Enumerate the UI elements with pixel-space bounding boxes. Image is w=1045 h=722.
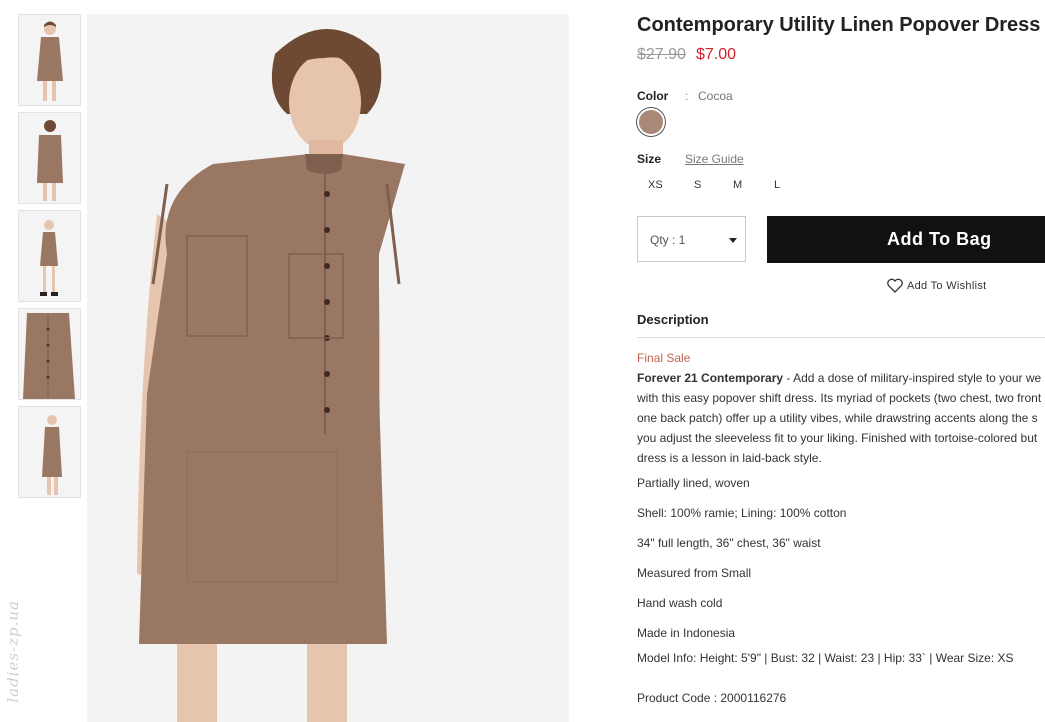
size-option-l[interactable]: L [774,179,780,191]
thumbnail-side-image [19,407,80,497]
thumbnail-full-image [19,211,80,301]
model-info: Model Info: Height: 5'9" | Bust: 32 | Wa… [637,651,1014,665]
description-heading: Description [637,312,709,327]
add-to-bag-button[interactable]: Add To Bag [767,216,1045,263]
thumbnail-detail[interactable] [18,308,81,400]
size-guide-link[interactable]: Size Guide [685,152,744,166]
thumbnail-back[interactable] [18,112,81,204]
detail-item: Measured from Small [637,566,752,580]
size-option-m[interactable]: M [733,179,742,191]
description-line: Forever 21 Contemporary - Add a dose of … [637,368,1045,388]
size-option-s[interactable]: S [694,179,701,191]
description-line-text: - Add a dose of military-inspired style … [783,371,1042,385]
thumbnail-full[interactable] [18,210,81,302]
detail-item: Hand wash cold [637,596,723,610]
wishlist-label: Add To Wishlist [907,279,987,292]
product-title: Contemporary Utility Linen Popover Dress [637,14,1041,36]
detail-item: Shell: 100% ramie; Lining: 100% cotton [637,506,847,520]
size-option-xs[interactable]: XS [648,179,663,191]
thumbnail-front[interactable] [18,14,81,106]
detail-item: Partially lined, woven [637,476,750,490]
thumbnail-back-image [19,113,80,203]
color-separator: : [685,89,689,103]
color-value: Cocoa [698,89,733,103]
brand-name: Forever 21 Contemporary [637,371,784,385]
final-sale-label: Final Sale [637,351,691,365]
quantity-label: Qty : 1 [650,233,686,247]
description-line: you adjust the sleeveless fit to your li… [637,431,1038,445]
caret-down-icon [729,238,737,243]
description-line: one back patch) offer up a utility vibes… [637,411,1038,425]
color-label: Color [637,89,669,103]
heart-icon [887,278,903,293]
thumbnail-strip [18,14,81,504]
size-label: Size [637,152,662,166]
sale-price: $7.00 [696,46,737,63]
thumbnail-side[interactable] [18,406,81,498]
thumbnail-detail-image [19,309,80,399]
product-photo [87,14,569,722]
description-text: Forever 21 Contemporary - Add a dose of … [637,368,1045,468]
detail-item: 34" full length, 36" chest, 36" waist [637,536,821,550]
add-to-wishlist-button[interactable]: Add To Wishlist [887,278,987,293]
description-line: with this easy popover shift dress. Its … [637,391,1042,405]
description-divider [637,337,1045,338]
watermark: ladies-zp.ua [4,600,22,703]
description-line: dress is a lesson in laid-back style. [637,451,822,465]
product-code: Product Code : 2000116276 [637,691,787,705]
detail-item: Made in Indonesia [637,626,736,640]
quantity-select[interactable]: Qty : 1 [637,216,746,262]
thumbnail-front-image [19,15,80,105]
color-swatch-cocoa[interactable] [637,108,665,136]
original-price: $27.90 [637,46,686,63]
main-product-image[interactable] [87,14,569,722]
